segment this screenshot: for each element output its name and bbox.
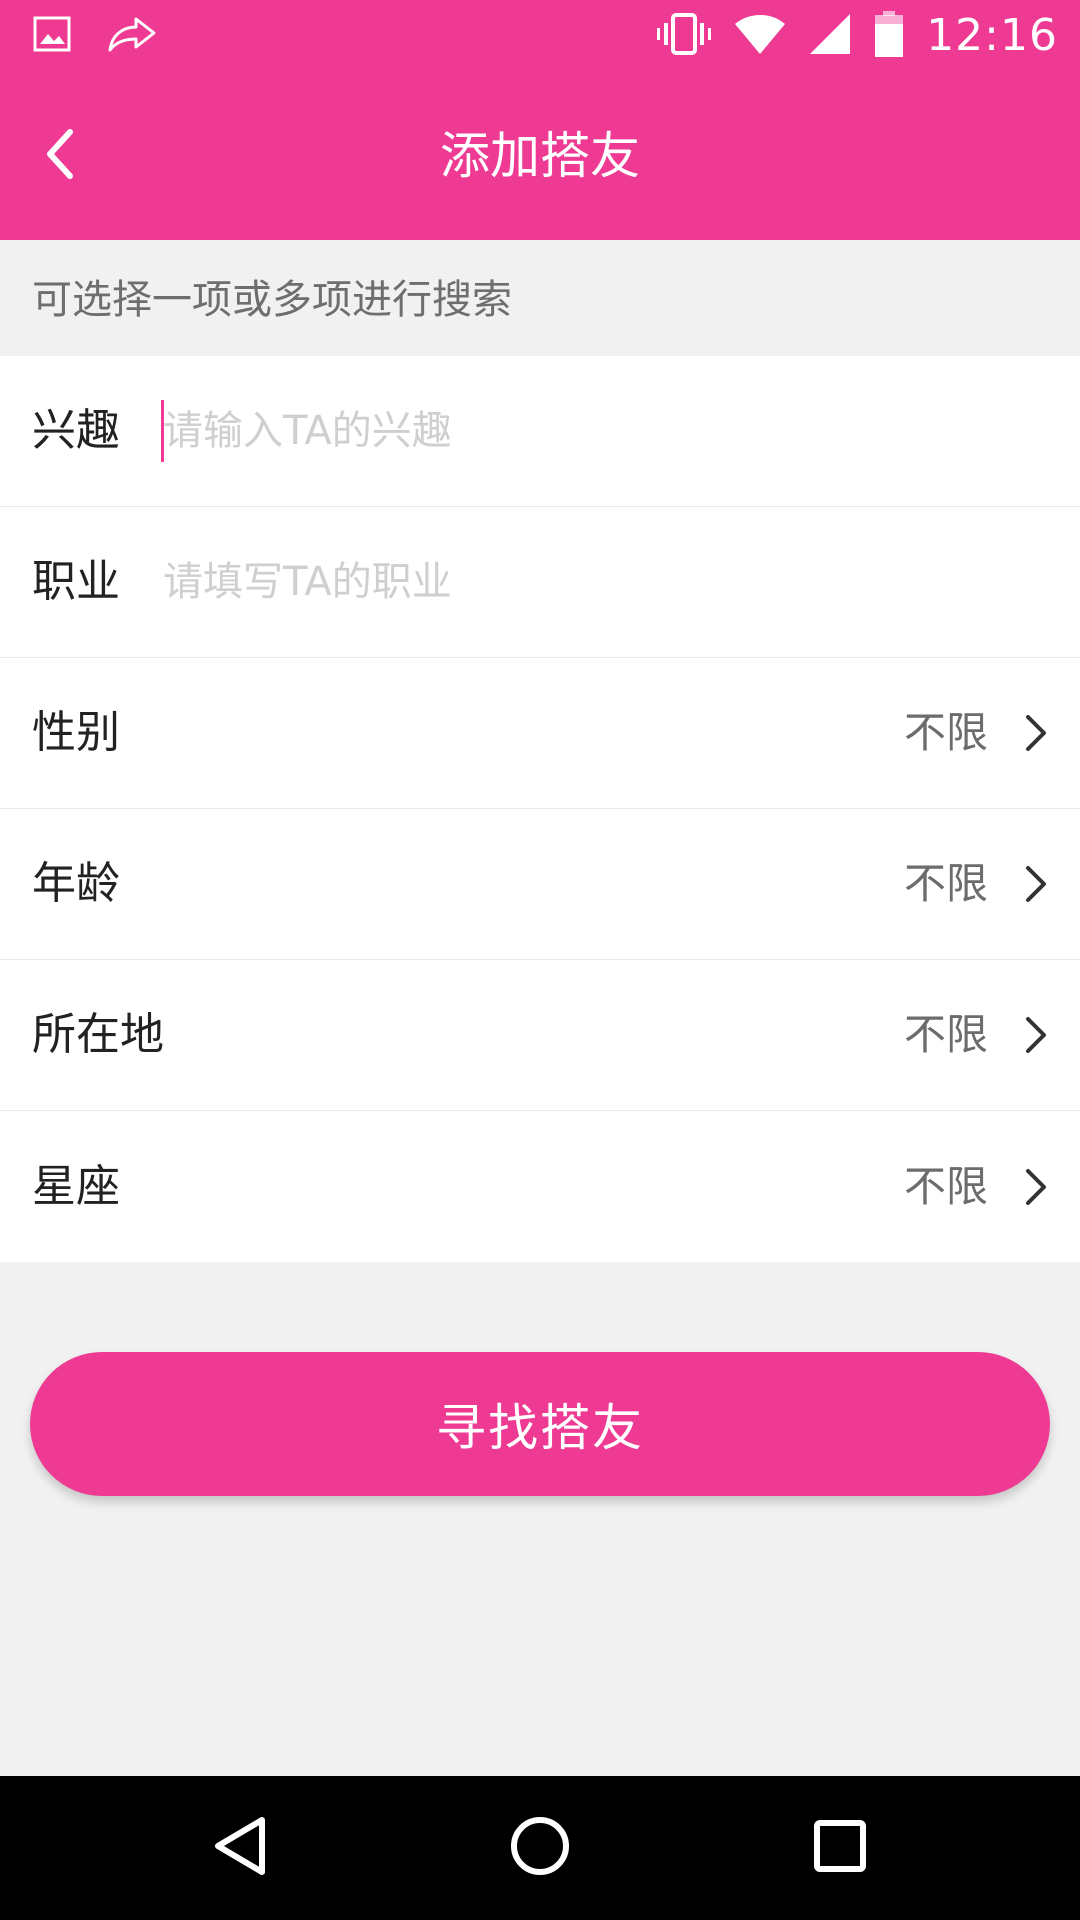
status-bar: 12:16 (0, 0, 1080, 72)
constellation-row[interactable]: 星座 不限 (0, 1111, 1080, 1262)
interest-label: 兴趣 (32, 405, 120, 456)
gender-value: 不限 (903, 708, 988, 757)
location-value: 不限 (903, 1010, 988, 1059)
interest-row[interactable]: 兴趣 (0, 356, 1080, 507)
job-input[interactable] (163, 552, 1043, 612)
image-icon (32, 14, 72, 58)
vibrate-icon (656, 11, 712, 61)
gender-row[interactable]: 性别 不限 (0, 658, 1080, 809)
system-nav-bar (0, 1776, 1080, 1920)
location-row[interactable]: 所在地 不限 (0, 960, 1080, 1111)
status-bar-left (32, 14, 158, 58)
chevron-right-icon (1016, 1015, 1056, 1055)
constellation-label: 星座 (32, 1160, 120, 1212)
status-bar-right: 12:16 (656, 8, 1058, 64)
nav-back-button[interactable] (192, 1800, 288, 1896)
interest-input[interactable] (163, 401, 1043, 461)
constellation-value: 不限 (903, 1161, 988, 1211)
location-label: 所在地 (32, 1009, 164, 1060)
job-label: 职业 (32, 556, 120, 607)
back-triangle-icon (210, 1814, 270, 1882)
home-circle-icon (508, 1814, 572, 1882)
status-time: 12:16 (926, 10, 1058, 61)
share-icon (106, 14, 158, 58)
find-partner-label: 寻找搭友 (436, 1399, 644, 1457)
job-row[interactable]: 职业 (0, 507, 1080, 658)
search-hint-text: 可选择一项或多项进行搜索 (32, 277, 512, 323)
age-row[interactable]: 年龄 不限 (0, 809, 1080, 960)
app-bar: 添加搭友 (0, 72, 1080, 240)
recents-square-icon (812, 1818, 868, 1878)
age-value: 不限 (903, 859, 988, 908)
gender-label: 性别 (32, 707, 120, 758)
wifi-icon (734, 12, 786, 60)
chevron-right-icon (1016, 713, 1056, 753)
nav-recents-button[interactable] (792, 1800, 888, 1896)
age-label: 年龄 (32, 858, 120, 909)
find-partner-button[interactable]: 寻找搭友 (30, 1352, 1050, 1496)
page-title: 添加搭友 (440, 127, 640, 185)
signal-icon (808, 12, 852, 60)
chevron-right-icon (1016, 1167, 1056, 1207)
battery-icon (874, 10, 904, 62)
search-hint: 可选择一项或多项进行搜索 (0, 240, 1080, 356)
nav-home-button[interactable] (492, 1800, 588, 1896)
search-form: 兴趣 职业 性别 不限 年龄 不限 所在地 不限 星座 不限 (0, 356, 1080, 1262)
chevron-right-icon (1016, 864, 1056, 904)
